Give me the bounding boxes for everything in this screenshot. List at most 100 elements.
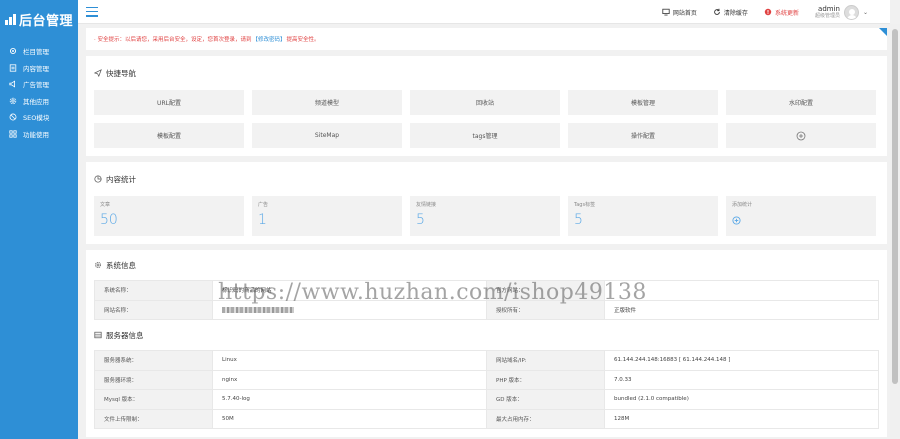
quick-nav-url-config[interactable]: URL配置 [94,90,244,115]
site-home-link[interactable]: 网站首页 [662,8,697,17]
security-alert: · 安全提示：以后请您，采用后台安全，设定，您首次登录，请到 【修改密码】 提高… [86,28,887,50]
content-stats-card: 内容统计 文章 50 广告 1 友情链接 5 Tags标签 5 添加统计 [86,162,887,244]
stat-ads[interactable]: 广告 1 [252,196,402,236]
stat-value: 5 [574,212,583,228]
table-value: 5.7.40-log [212,389,487,410]
sidebar-item-label: 其他应用 [23,97,49,106]
gear-icon [9,48,17,55]
redacted-block [222,306,294,313]
stat-label: 友情链接 [416,202,437,208]
quick-nav-channel-model[interactable]: 频道模型 [252,90,402,115]
sidebar-item-content[interactable]: 内容管理 [0,60,78,77]
top-bar: 网站首页 清除缓存 系统更新 admin 超级管理员 ⌄ [78,0,890,24]
sidebar-item-functions[interactable]: 功能使用 [0,126,78,143]
table-row: 网站名称： 授权所有： 正版软件 [94,299,879,320]
server-icon [94,331,102,339]
table-row: 服务器系统： Linux 网站域名/IP: 61.144.244.148:168… [94,350,879,371]
sidebar-item-label: 内容管理 [23,64,49,73]
seo-icon [9,113,17,121]
table-row: 文件上传限制： 50M 最大占用内存： 128M [94,408,879,429]
table-key: GD 版本： [486,389,605,410]
stat-add[interactable]: 添加统计 [726,196,876,236]
stat-label: 添加统计 [732,202,753,208]
quick-nav-card: 快捷导航 URL配置 频道模型 回收站 模板管理 水印配置 模板配置 SiteM… [86,56,887,156]
table-key: PHP 版本： [486,369,605,390]
content-stats-title: 内容统计 [86,162,887,196]
alert-circle-icon [764,8,772,16]
user-role: 超级管理员 [814,13,840,20]
table-value: nginx [212,369,487,390]
quick-nav-recycle-bin[interactable]: 回收站 [410,90,560,115]
vertical-scrollbar[interactable] [890,24,900,439]
monitor-icon [662,8,670,16]
plus-circle-icon [732,216,741,225]
stat-tags[interactable]: Tags标签 5 [568,196,718,236]
main-content: · 安全提示：以后请您，采用后台安全，设定，您首次登录，请到 【修改密码】 提高… [86,28,887,439]
document-icon [9,64,17,72]
corner-marker [879,28,887,36]
chart-icon [94,175,102,183]
username: admin [818,4,840,13]
table-key: Mysql 版本： [94,389,213,410]
send-icon [94,69,102,77]
table-key: 官方网站： [486,280,605,301]
stat-value: 1 [258,212,267,228]
scrollbar-thumb[interactable] [892,29,898,384]
stat-links[interactable]: 友情链接 5 [410,196,560,236]
user-menu[interactable]: admin 超级管理员 ⌄ [814,4,868,20]
table-value: 50M [212,408,487,429]
table-row: 系统名称： 标识码的商品的网站 官方网站： [94,280,879,301]
sidebar-item-label: 广告管理 [23,81,49,90]
quick-nav-tags-manage[interactable]: tags管理 [410,123,560,148]
settings-icon [9,97,17,104]
stat-label: 广告 [258,202,269,208]
table-key: 服务器系统： [94,350,213,371]
table-value: 7.0.33 [604,369,879,390]
grid-icon [9,130,17,138]
change-password-link[interactable]: 【修改密码】 [253,35,286,43]
quick-nav-watermark-config[interactable]: 水印配置 [726,90,876,115]
stat-articles[interactable]: 文章 50 [94,196,244,236]
clear-cache-link[interactable]: 清除缓存 [713,8,748,17]
quick-nav-add-button[interactable] [726,123,876,148]
table-value [604,280,879,301]
clear-cache-label: 清除缓存 [723,9,748,17]
system-info-card: 系统信息 系统名称： 标识码的商品的网站 官方网站： 网站名称： 授权所有： 正… [86,250,887,437]
alert-text-end: 提高安全性。 [286,37,320,43]
table-value: 正版软件 [604,299,879,320]
site-home-label: 网站首页 [672,9,697,17]
quick-nav-operation-config[interactable]: 操作配置 [568,123,718,148]
sidebar-item-columns[interactable]: 栏目管理 [0,43,78,60]
quick-nav-template-manage[interactable]: 模板管理 [568,90,718,115]
sidebar-item-seo[interactable]: SEO模块 [0,109,78,126]
app-logo[interactable]: 后台管理 [0,0,78,38]
table-key: 网站域名/IP: [486,350,605,371]
alert-text: · 安全提示：以后请您，采用后台安全，设定，您首次登录，请到 [94,37,252,43]
refresh-icon [714,8,720,15]
sidebar-item-label: SEO模块 [23,114,50,123]
plus-circle-icon [796,131,806,140]
megaphone-icon [9,80,15,88]
gear-icon [95,262,101,268]
table-value: 128M [604,408,879,429]
content-stats-title-text: 内容统计 [106,174,136,184]
avatar [843,4,859,20]
quick-nav-title-text: 快捷导航 [106,68,136,78]
table-key: 授权所有： [486,299,605,320]
stat-value: 5 [416,212,425,228]
table-value: bundled (2.1.0 compatible) [604,389,879,410]
stat-value: 50 [100,212,118,228]
chevron-down-icon: ⌄ [862,8,868,16]
table-row: Mysql 版本： 5.7.40-log GD 版本： bundled (2.1… [94,389,879,410]
table-value: 标识码的商品的网站 [212,280,487,301]
sidebar-item-ads[interactable]: 广告管理 [0,76,78,93]
table-value: 61.144.244.148:16883 [ 61.144.244.148 ] [604,350,879,371]
stat-label: 文章 [100,202,111,208]
quick-nav-template-config[interactable]: 模板配置 [94,123,244,148]
system-update-link[interactable]: 系统更新 [764,8,799,17]
table-value-redacted [212,299,487,320]
system-update-label: 系统更新 [774,9,799,17]
sidebar-item-apps[interactable]: 其他应用 [0,93,78,110]
menu-toggle-button[interactable] [86,6,98,17]
quick-nav-sitemap[interactable]: SiteMap [252,123,402,148]
